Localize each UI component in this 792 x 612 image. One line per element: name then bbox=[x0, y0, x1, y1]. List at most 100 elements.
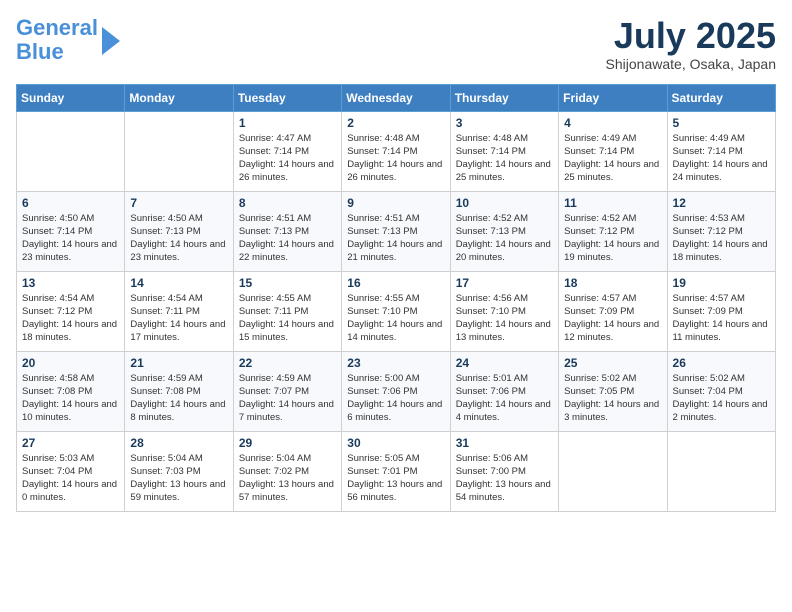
cell-info: Sunrise: 5:06 AM Sunset: 7:00 PM Dayligh… bbox=[456, 452, 553, 505]
day-number: 11 bbox=[564, 196, 661, 210]
calendar-week-row: 20 Sunrise: 4:58 AM Sunset: 7:08 PM Dayli… bbox=[17, 351, 776, 431]
calendar-week-row: 27 Sunrise: 5:03 AM Sunset: 7:04 PM Dayli… bbox=[17, 431, 776, 511]
cell-info: Sunrise: 5:04 AM Sunset: 7:03 PM Dayligh… bbox=[130, 452, 227, 505]
calendar-cell: 31 Sunrise: 5:06 AM Sunset: 7:00 PM Dayli… bbox=[450, 431, 558, 511]
weekday-header-row: SundayMondayTuesdayWednesdayThursdayFrid… bbox=[17, 84, 776, 111]
cell-info: Sunrise: 4:59 AM Sunset: 7:07 PM Dayligh… bbox=[239, 372, 336, 425]
day-number: 1 bbox=[239, 116, 336, 130]
day-number: 19 bbox=[673, 276, 770, 290]
cell-info: Sunrise: 4:57 AM Sunset: 7:09 PM Dayligh… bbox=[564, 292, 661, 345]
calendar-cell bbox=[17, 111, 125, 191]
calendar-cell: 8Sunrise: 4:51 AM Sunset: 7:13 PM Daylig… bbox=[233, 191, 341, 271]
calendar-cell: 22 Sunrise: 4:59 AM Sunset: 7:07 PM Dayli… bbox=[233, 351, 341, 431]
calendar-week-row: 1 Sunrise: 4:47 AM Sunset: 7:14 PM Daylig… bbox=[17, 111, 776, 191]
calendar-cell bbox=[125, 111, 233, 191]
cell-info: Sunrise: 5:01 AM Sunset: 7:06 PM Dayligh… bbox=[456, 372, 553, 425]
calendar-cell: 21Sunrise: 4:59 AM Sunset: 7:08 PM Dayli… bbox=[125, 351, 233, 431]
cell-info: Sunrise: 4:54 AM Sunset: 7:11 PM Dayligh… bbox=[130, 292, 227, 345]
calendar-cell: 30 Sunrise: 5:05 AM Sunset: 7:01 PM Dayli… bbox=[342, 431, 450, 511]
logo-line2: Blue bbox=[16, 39, 64, 64]
weekday-header: Wednesday bbox=[342, 84, 450, 111]
day-number: 12 bbox=[673, 196, 770, 210]
day-number: 7 bbox=[130, 196, 227, 210]
day-number: 13 bbox=[22, 276, 119, 290]
calendar-cell: 20 Sunrise: 4:58 AM Sunset: 7:08 PM Dayli… bbox=[17, 351, 125, 431]
day-number: 8 bbox=[239, 196, 336, 210]
cell-info: Sunrise: 4:57 AM Sunset: 7:09 PM Dayligh… bbox=[673, 292, 770, 345]
cell-info: Sunrise: 5:02 AM Sunset: 7:05 PM Dayligh… bbox=[564, 372, 661, 425]
cell-info: Sunrise: 4:49 AM Sunset: 7:14 PM Dayligh… bbox=[564, 132, 661, 185]
calendar-cell: 25 Sunrise: 5:02 AM Sunset: 7:05 PM Dayli… bbox=[559, 351, 667, 431]
day-number: 21 bbox=[130, 356, 227, 370]
calendar-cell: 2 Sunrise: 4:48 AM Sunset: 7:14 PM Daylig… bbox=[342, 111, 450, 191]
day-number: 14 bbox=[130, 276, 227, 290]
day-number: 2 bbox=[347, 116, 444, 130]
cell-info: Sunrise: 4:48 AM Sunset: 7:14 PM Dayligh… bbox=[456, 132, 553, 185]
day-number: 17 bbox=[456, 276, 553, 290]
day-number: 28 bbox=[130, 436, 227, 450]
day-number: 23 bbox=[347, 356, 444, 370]
calendar-cell: 23Sunrise: 5:00 AM Sunset: 7:06 PM Dayli… bbox=[342, 351, 450, 431]
logo-line1: General bbox=[16, 15, 98, 40]
day-number: 15 bbox=[239, 276, 336, 290]
weekday-header: Saturday bbox=[667, 84, 775, 111]
calendar-cell: 29Sunrise: 5:04 AM Sunset: 7:02 PM Dayli… bbox=[233, 431, 341, 511]
weekday-header: Thursday bbox=[450, 84, 558, 111]
day-number: 9 bbox=[347, 196, 444, 210]
calendar-cell: 12 Sunrise: 4:53 AM Sunset: 7:12 PM Dayli… bbox=[667, 191, 775, 271]
day-number: 31 bbox=[456, 436, 553, 450]
logo: General Blue bbox=[16, 16, 120, 64]
calendar-cell: 26Sunrise: 5:02 AM Sunset: 7:04 PM Dayli… bbox=[667, 351, 775, 431]
day-number: 18 bbox=[564, 276, 661, 290]
day-number: 30 bbox=[347, 436, 444, 450]
cell-info: Sunrise: 4:49 AM Sunset: 7:14 PM Dayligh… bbox=[673, 132, 770, 185]
calendar-cell: 18 Sunrise: 4:57 AM Sunset: 7:09 PM Dayli… bbox=[559, 271, 667, 351]
day-number: 26 bbox=[673, 356, 770, 370]
calendar-cell: 11Sunrise: 4:52 AM Sunset: 7:12 PM Dayli… bbox=[559, 191, 667, 271]
calendar-cell: 3 Sunrise: 4:48 AM Sunset: 7:14 PM Daylig… bbox=[450, 111, 558, 191]
calendar-cell: 27 Sunrise: 5:03 AM Sunset: 7:04 PM Dayli… bbox=[17, 431, 125, 511]
calendar-cell: 4 Sunrise: 4:49 AM Sunset: 7:14 PM Daylig… bbox=[559, 111, 667, 191]
calendar-cell: 19 Sunrise: 4:57 AM Sunset: 7:09 PM Dayli… bbox=[667, 271, 775, 351]
cell-info: Sunrise: 4:53 AM Sunset: 7:12 PM Dayligh… bbox=[673, 212, 770, 265]
cell-info: Sunrise: 5:03 AM Sunset: 7:04 PM Dayligh… bbox=[22, 452, 119, 505]
calendar-cell bbox=[667, 431, 775, 511]
day-number: 16 bbox=[347, 276, 444, 290]
cell-info: Sunrise: 4:56 AM Sunset: 7:10 PM Dayligh… bbox=[456, 292, 553, 345]
calendar-cell: 15Sunrise: 4:55 AM Sunset: 7:11 PM Dayli… bbox=[233, 271, 341, 351]
day-number: 20 bbox=[22, 356, 119, 370]
cell-info: Sunrise: 4:48 AM Sunset: 7:14 PM Dayligh… bbox=[347, 132, 444, 185]
day-number: 6 bbox=[22, 196, 119, 210]
cell-info: Sunrise: 4:51 AM Sunset: 7:13 PM Dayligh… bbox=[347, 212, 444, 265]
logo-text: General Blue bbox=[16, 16, 98, 64]
calendar-cell: 28 Sunrise: 5:04 AM Sunset: 7:03 PM Dayli… bbox=[125, 431, 233, 511]
cell-info: Sunrise: 4:54 AM Sunset: 7:12 PM Dayligh… bbox=[22, 292, 119, 345]
calendar-cell: 10 Sunrise: 4:52 AM Sunset: 7:13 PM Dayli… bbox=[450, 191, 558, 271]
calendar-cell: 7 Sunrise: 4:50 AM Sunset: 7:13 PM Daylig… bbox=[125, 191, 233, 271]
day-number: 5 bbox=[673, 116, 770, 130]
weekday-header: Friday bbox=[559, 84, 667, 111]
location-subtitle: Shijonawate, Osaka, Japan bbox=[606, 56, 776, 72]
day-number: 24 bbox=[456, 356, 553, 370]
calendar-week-row: 13 Sunrise: 4:54 AM Sunset: 7:12 PM Dayli… bbox=[17, 271, 776, 351]
day-number: 10 bbox=[456, 196, 553, 210]
weekday-header: Tuesday bbox=[233, 84, 341, 111]
calendar-week-row: 6 Sunrise: 4:50 AM Sunset: 7:14 PM Daylig… bbox=[17, 191, 776, 271]
calendar-cell: 6 Sunrise: 4:50 AM Sunset: 7:14 PM Daylig… bbox=[17, 191, 125, 271]
calendar-cell bbox=[559, 431, 667, 511]
cell-info: Sunrise: 4:50 AM Sunset: 7:13 PM Dayligh… bbox=[130, 212, 227, 265]
day-number: 27 bbox=[22, 436, 119, 450]
day-number: 25 bbox=[564, 356, 661, 370]
calendar-cell: 13 Sunrise: 4:54 AM Sunset: 7:12 PM Dayli… bbox=[17, 271, 125, 351]
cell-info: Sunrise: 5:05 AM Sunset: 7:01 PM Dayligh… bbox=[347, 452, 444, 505]
cell-info: Sunrise: 4:47 AM Sunset: 7:14 PM Dayligh… bbox=[239, 132, 336, 185]
cell-info: Sunrise: 4:58 AM Sunset: 7:08 PM Dayligh… bbox=[22, 372, 119, 425]
cell-info: Sunrise: 4:50 AM Sunset: 7:14 PM Dayligh… bbox=[22, 212, 119, 265]
day-number: 3 bbox=[456, 116, 553, 130]
day-number: 22 bbox=[239, 356, 336, 370]
calendar-table: SundayMondayTuesdayWednesdayThursdayFrid… bbox=[16, 84, 776, 512]
cell-info: Sunrise: 4:55 AM Sunset: 7:10 PM Dayligh… bbox=[347, 292, 444, 345]
day-number: 4 bbox=[564, 116, 661, 130]
month-year-title: July 2025 bbox=[606, 16, 776, 56]
cell-info: Sunrise: 4:52 AM Sunset: 7:13 PM Dayligh… bbox=[456, 212, 553, 265]
